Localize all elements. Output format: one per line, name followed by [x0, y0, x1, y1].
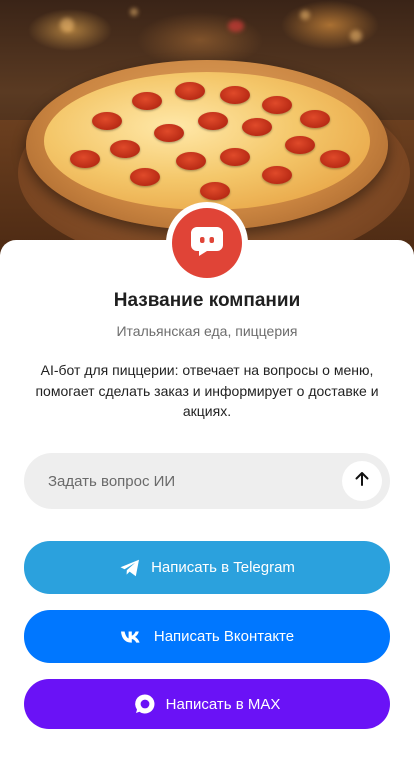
company-name: Название компании	[113, 290, 301, 311]
bokeh-light	[300, 10, 310, 20]
chat-bot-icon	[189, 224, 225, 263]
max-button-label: Написать в MAX	[165, 695, 281, 713]
max-icon	[134, 693, 156, 715]
bokeh-light	[130, 8, 138, 16]
telegram-button[interactable]: Написать в Telegram	[24, 541, 390, 594]
pepperoni	[262, 96, 292, 114]
avatar-badge	[172, 208, 242, 278]
pepperoni	[175, 82, 205, 100]
pepperoni	[220, 86, 250, 104]
telegram-icon	[119, 558, 141, 578]
vk-button-label: Написать Вконтакте	[153, 628, 295, 645]
pepperoni	[70, 150, 100, 168]
ask-ai-placeholder: Задать вопрос ИИ	[48, 472, 176, 490]
telegram-button-label: Написать в Telegram	[151, 559, 295, 576]
vk-icon	[120, 630, 144, 644]
pepperoni	[200, 182, 230, 200]
pepperoni	[300, 110, 330, 128]
pepperoni	[130, 168, 160, 186]
company-avatar	[166, 202, 248, 284]
arrow-up-icon	[353, 470, 371, 493]
pepperoni	[262, 166, 292, 184]
pepperoni	[285, 136, 315, 154]
bokeh-light	[350, 30, 362, 42]
send-button[interactable]	[342, 461, 382, 501]
pepperoni	[242, 118, 272, 136]
company-description: AI-бот для пиццерии: отвечает на вопросы…	[35, 362, 379, 419]
page: Название компании Итальянская еда, пицце…	[0, 0, 414, 770]
pepperoni	[320, 150, 350, 168]
pepperoni	[176, 152, 206, 170]
max-button[interactable]: Написать в MAX	[24, 679, 390, 729]
bokeh-light	[228, 20, 244, 32]
ask-ai-input[interactable]: Задать вопрос ИИ	[24, 453, 390, 509]
vk-button[interactable]: Написать Вконтакте	[24, 610, 390, 663]
pepperoni	[132, 92, 162, 110]
company-category: Итальянская еда, пиццерия	[116, 323, 298, 339]
pepperoni	[110, 140, 140, 158]
pepperoni	[220, 148, 250, 166]
bokeh-light	[60, 18, 74, 32]
pepperoni	[154, 124, 184, 142]
pepperoni	[92, 112, 122, 130]
pepperoni	[198, 112, 228, 130]
